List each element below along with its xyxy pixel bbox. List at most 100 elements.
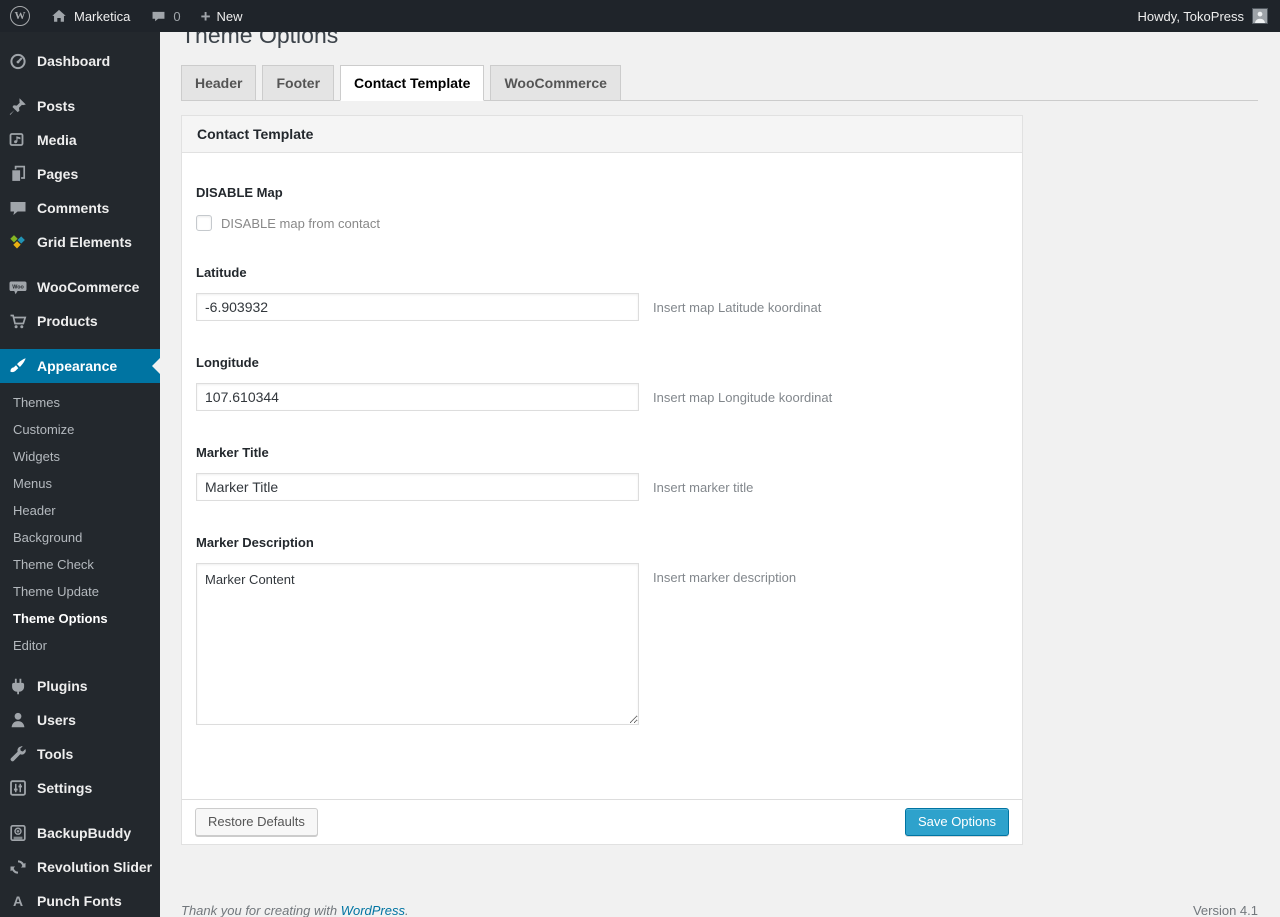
submenu-item-menus[interactable]: Menus [0, 470, 160, 497]
marker-description-label: Marker Description [196, 535, 314, 551]
tab-header[interactable]: Header [181, 65, 257, 102]
submenu-item-widgets[interactable]: Widgets [0, 443, 160, 470]
sidebar-item-label: Users [37, 712, 76, 728]
tab-contact-template[interactable]: Contact Template [340, 65, 485, 102]
home-icon [50, 7, 68, 25]
admin-bar-left: W Marketica 0 + New [0, 0, 253, 32]
submenu-item-customize[interactable]: Customize [0, 416, 160, 443]
sidebar-item-media[interactable]: Media [0, 123, 160, 157]
sidebar-item-label: Posts [37, 98, 76, 114]
sidebar-item-tools[interactable]: Tools [0, 737, 160, 771]
sidebar-item-punch-fonts[interactable]: A Punch Fonts [0, 884, 160, 917]
appearance-submenu: Themes Customize Widgets Menus Header Ba… [0, 383, 160, 669]
marker-title-input[interactable] [196, 473, 639, 502]
sidebar-item-woocommerce[interactable]: Woo WooCommerce [0, 270, 160, 304]
marker-title-help-text: Insert marker title [653, 479, 754, 495]
sidebar-item-backupbuddy[interactable]: BackupBuddy [0, 816, 160, 850]
site-link[interactable]: Marketica [40, 0, 140, 32]
new-content-button[interactable]: + New [191, 0, 253, 32]
latitude-group: Latitude Insert map Latitude koordinat [196, 265, 1008, 322]
sidebar-item-settings[interactable]: Settings [0, 771, 160, 805]
admin-sidebar-menu: Dashboard Posts Media Pages Comments Gri… [0, 32, 160, 917]
sidebar-item-products[interactable]: Products [0, 304, 160, 338]
woocommerce-icon: Woo [8, 277, 28, 297]
media-icon [8, 130, 28, 150]
sidebar-item-comments[interactable]: Comments [0, 191, 160, 225]
thanks-prefix: Thank you for creating with [181, 903, 341, 917]
howdy-account-link[interactable]: Howdy, TokoPress [1138, 9, 1244, 24]
footer-thanks-text: Thank you for creating with WordPress. [181, 903, 409, 917]
save-options-button[interactable]: Save Options [904, 808, 1009, 837]
site-name: Marketica [74, 8, 131, 24]
pushpin-icon [8, 96, 28, 116]
sidebar-item-label: Media [37, 132, 77, 148]
marker-description-control: Marker Content Insert marker description [196, 563, 1008, 726]
sidebar-item-users[interactable]: Users [0, 703, 160, 737]
sidebar-item-label: Appearance [37, 358, 118, 374]
sidebar-item-posts[interactable]: Posts [0, 89, 160, 123]
sidebar-item-label: Plugins [37, 678, 88, 694]
menu-separator [0, 259, 160, 270]
sidebar-item-label: Products [37, 313, 98, 329]
menu-separator [0, 805, 160, 816]
contact-template-panel: Contact Template DISABLE Map DISABLE map… [181, 115, 1023, 846]
disable-map-checkbox-label: DISABLE map from contact [221, 215, 380, 231]
disable-map-label: DISABLE Map [196, 185, 283, 201]
sidebar-item-plugins[interactable]: Plugins [0, 669, 160, 703]
submenu-item-editor[interactable]: Editor [0, 632, 160, 659]
comments-icon [8, 198, 28, 218]
version-text: Version 4.1 [1192, 903, 1258, 917]
submenu-item-header[interactable]: Header [0, 497, 160, 524]
sidebar-item-pages[interactable]: Pages [0, 157, 160, 191]
marker-description-help-text: Insert marker description [653, 570, 797, 586]
sidebar-item-grid-elements[interactable]: Grid Elements [0, 225, 160, 259]
sidebar-item-appearance[interactable]: Appearance [0, 349, 160, 383]
sidebar-item-label: Punch Fonts [37, 893, 122, 909]
admin-bar: W Marketica 0 + New Howdy, TokoPress [0, 0, 1280, 32]
tab-woocommerce[interactable]: WooCommerce [490, 65, 621, 102]
backup-drive-icon [8, 823, 28, 843]
menu-separator [0, 338, 160, 349]
sidebar-item-label: Tools [37, 746, 74, 762]
restore-defaults-button[interactable]: Restore Defaults [195, 808, 318, 837]
marker-description-textarea[interactable]: Marker Content [196, 563, 639, 726]
tab-footer[interactable]: Footer [262, 65, 335, 102]
longitude-control: Insert map Longitude koordinat [196, 383, 1008, 412]
dashboard-icon [8, 51, 28, 71]
submenu-item-theme-options[interactable]: Theme Options [0, 605, 160, 632]
submenu-item-theme-update[interactable]: Theme Update [0, 578, 160, 605]
sidebar-item-label: Revolution Slider [37, 859, 153, 875]
disable-map-checkbox-row[interactable]: DISABLE map from contact [196, 215, 1008, 232]
disable-map-group: DISABLE Map DISABLE map from contact [196, 185, 1008, 232]
menu-separator [0, 78, 160, 89]
panel-title: Contact Template [182, 116, 1022, 154]
user-avatar[interactable] [1252, 8, 1268, 24]
wordpress-link[interactable]: WordPress [341, 903, 405, 917]
panel-body: DISABLE Map DISABLE map from contact Lat… [182, 153, 1022, 799]
admin-bar-right: Howdy, TokoPress [1138, 0, 1280, 32]
thanks-suffix: . [405, 903, 409, 917]
wordpress-menu-button[interactable]: W [0, 0, 40, 32]
rotate-arrows-icon [8, 857, 28, 877]
settings-icon [8, 778, 28, 798]
user-icon [8, 710, 28, 730]
longitude-input[interactable] [196, 383, 639, 412]
submenu-item-theme-check[interactable]: Theme Check [0, 551, 160, 578]
page-footer: Thank you for creating with WordPress. V… [181, 903, 1258, 917]
submenu-item-background[interactable]: Background [0, 524, 160, 551]
letter-a-icon: A [12, 893, 24, 909]
pages-icon [8, 164, 28, 184]
disable-map-checkbox[interactable] [196, 215, 212, 232]
cart-icon [8, 311, 28, 331]
new-label: New [216, 8, 243, 24]
panel-footer: Restore Defaults Save Options [182, 799, 1022, 844]
marker-title-label: Marker Title [196, 445, 269, 461]
marker-description-group: Marker Description Marker Content Insert… [196, 535, 1008, 726]
latitude-input[interactable] [196, 293, 639, 322]
sidebar-item-revolution-slider[interactable]: Revolution Slider [0, 850, 160, 884]
submenu-item-themes[interactable]: Themes [0, 389, 160, 416]
comments-shortcut[interactable]: 0 [140, 0, 190, 32]
sidebar-item-dashboard[interactable]: Dashboard [0, 44, 160, 78]
sidebar-item-label: Comments [37, 200, 110, 216]
main-content: Theme Options Header Footer Contact Temp… [160, 0, 1280, 917]
